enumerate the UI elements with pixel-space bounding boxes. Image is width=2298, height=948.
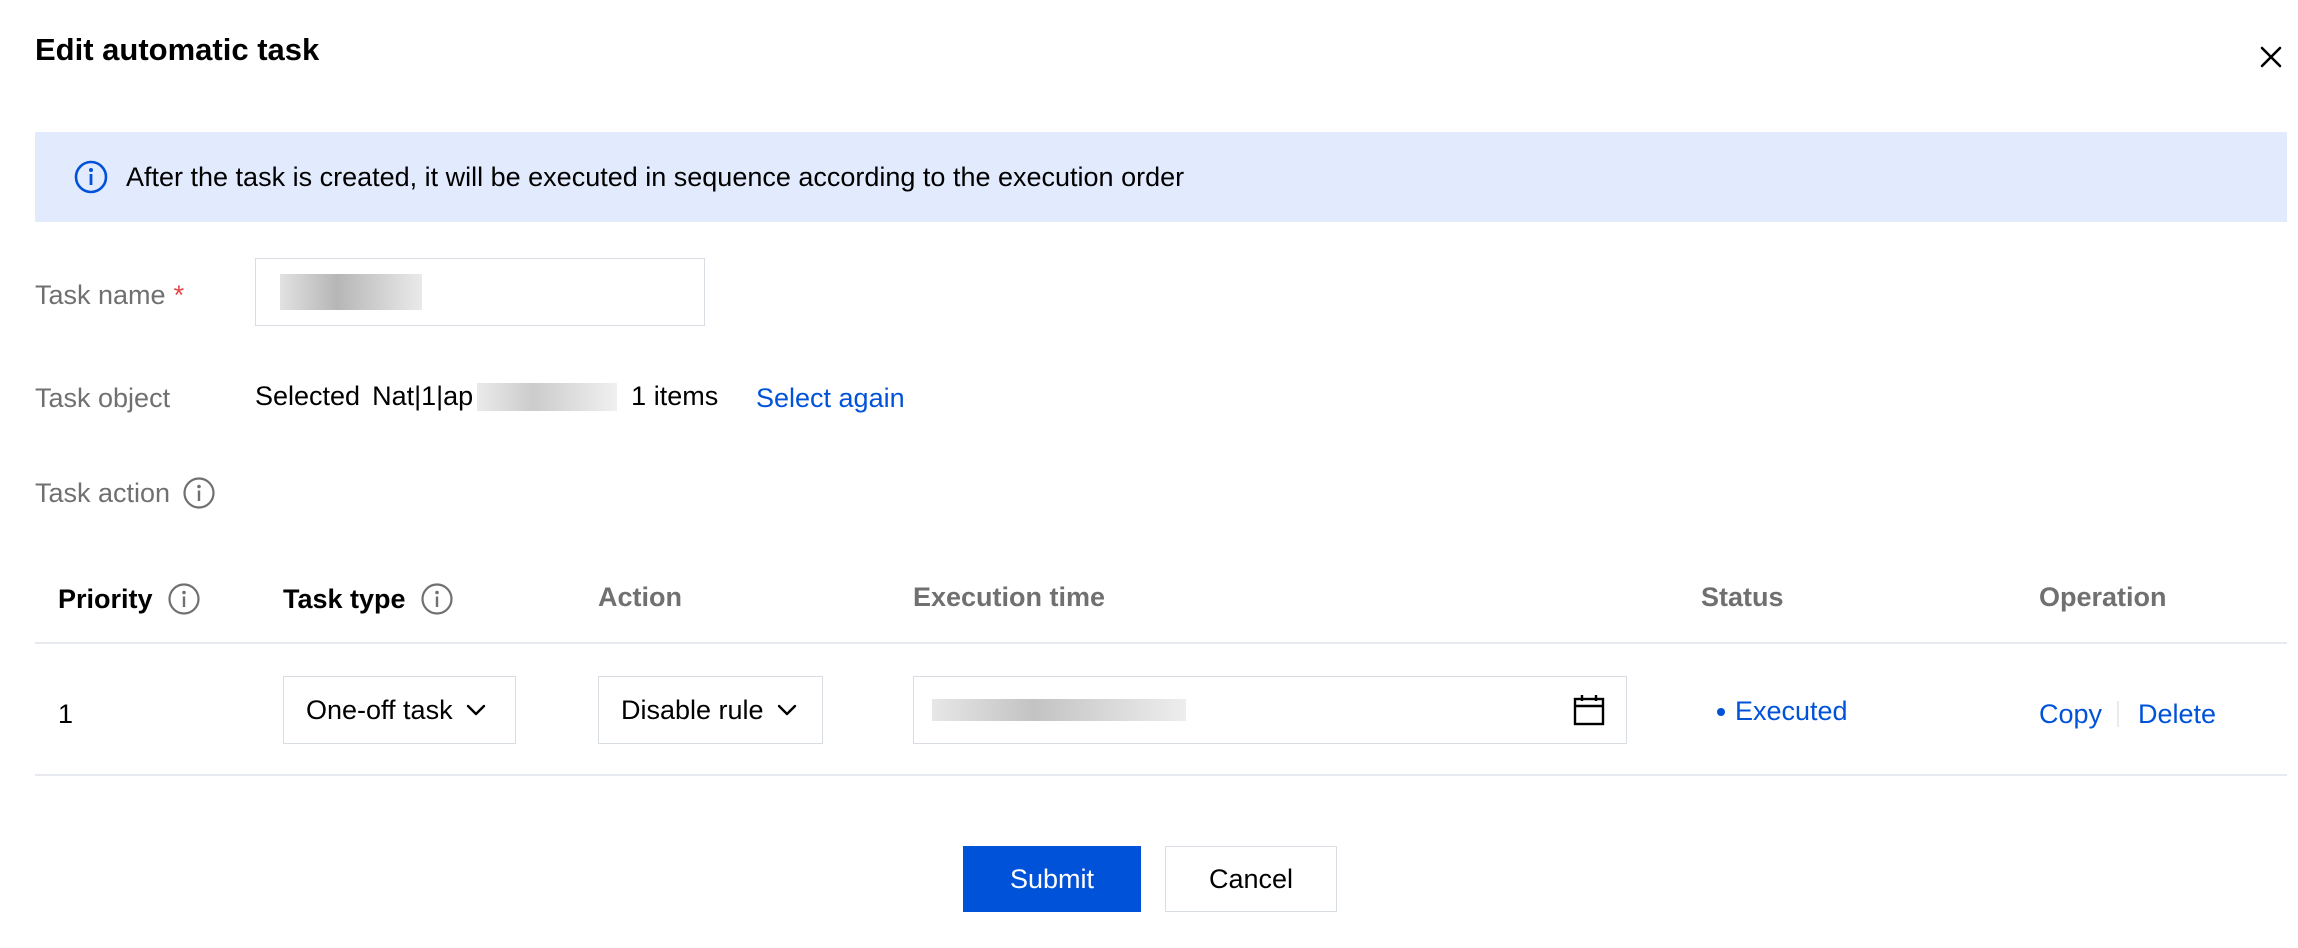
info-icon[interactable] [167,582,201,616]
close-icon[interactable] [2256,42,2286,72]
chevron-down-icon [777,704,796,716]
action-select[interactable]: Disable rule [598,676,823,744]
banner-text: After the task is created, it will be ex… [126,161,1185,192]
table-row-divider [35,774,2287,776]
chevron-down-icon [466,704,485,716]
task-object-name: Nat|1|ap [372,381,474,411]
edit-task-dialog: Edit automatic task After the task is cr… [0,0,2298,948]
task-name-label: Task name * [35,280,185,310]
required-mark: * [173,280,185,310]
operation-divider [2117,701,2119,727]
table-header-divider [35,642,2287,644]
calendar-icon[interactable] [1572,693,1606,727]
row-priority: 1 [58,699,74,729]
task-action-label: Task action [35,476,216,510]
submit-button[interactable]: Submit [963,846,1141,912]
column-header-status: Status [1701,582,1784,612]
delete-link[interactable]: Delete [2138,699,2216,730]
status-dot [1717,707,1725,716]
redacted-value [477,382,618,411]
column-header-action: Action [598,582,682,612]
cancel-button[interactable]: Cancel [1165,846,1337,912]
task-type-select[interactable]: One-off task [283,676,516,744]
select-again-link[interactable]: Select again [756,383,905,414]
task-object-label: Task object [35,383,171,413]
info-icon[interactable] [182,476,216,510]
task-name-input[interactable] [255,258,705,326]
column-header-execution-time: Execution time [913,582,1106,612]
redacted-value [280,274,422,310]
execution-time-picker[interactable] [913,676,1627,744]
task-object-value: Selected Nat|1|ap 1 items [255,381,718,412]
info-icon [74,160,108,194]
info-banner: After the task is created, it will be ex… [35,132,2287,222]
task-object-count: 1 items [631,381,719,411]
info-icon[interactable] [420,582,454,616]
column-header-task-type: Task type [283,582,454,616]
redacted-value [932,699,1186,721]
column-header-priority: Priority [58,582,201,616]
column-header-operation: Operation [2039,582,2167,612]
status-badge: Executed [1717,696,1848,727]
task-object-prefix: Selected [255,381,361,411]
dialog-title: Edit automatic task [35,32,320,67]
copy-link[interactable]: Copy [2039,699,2102,730]
